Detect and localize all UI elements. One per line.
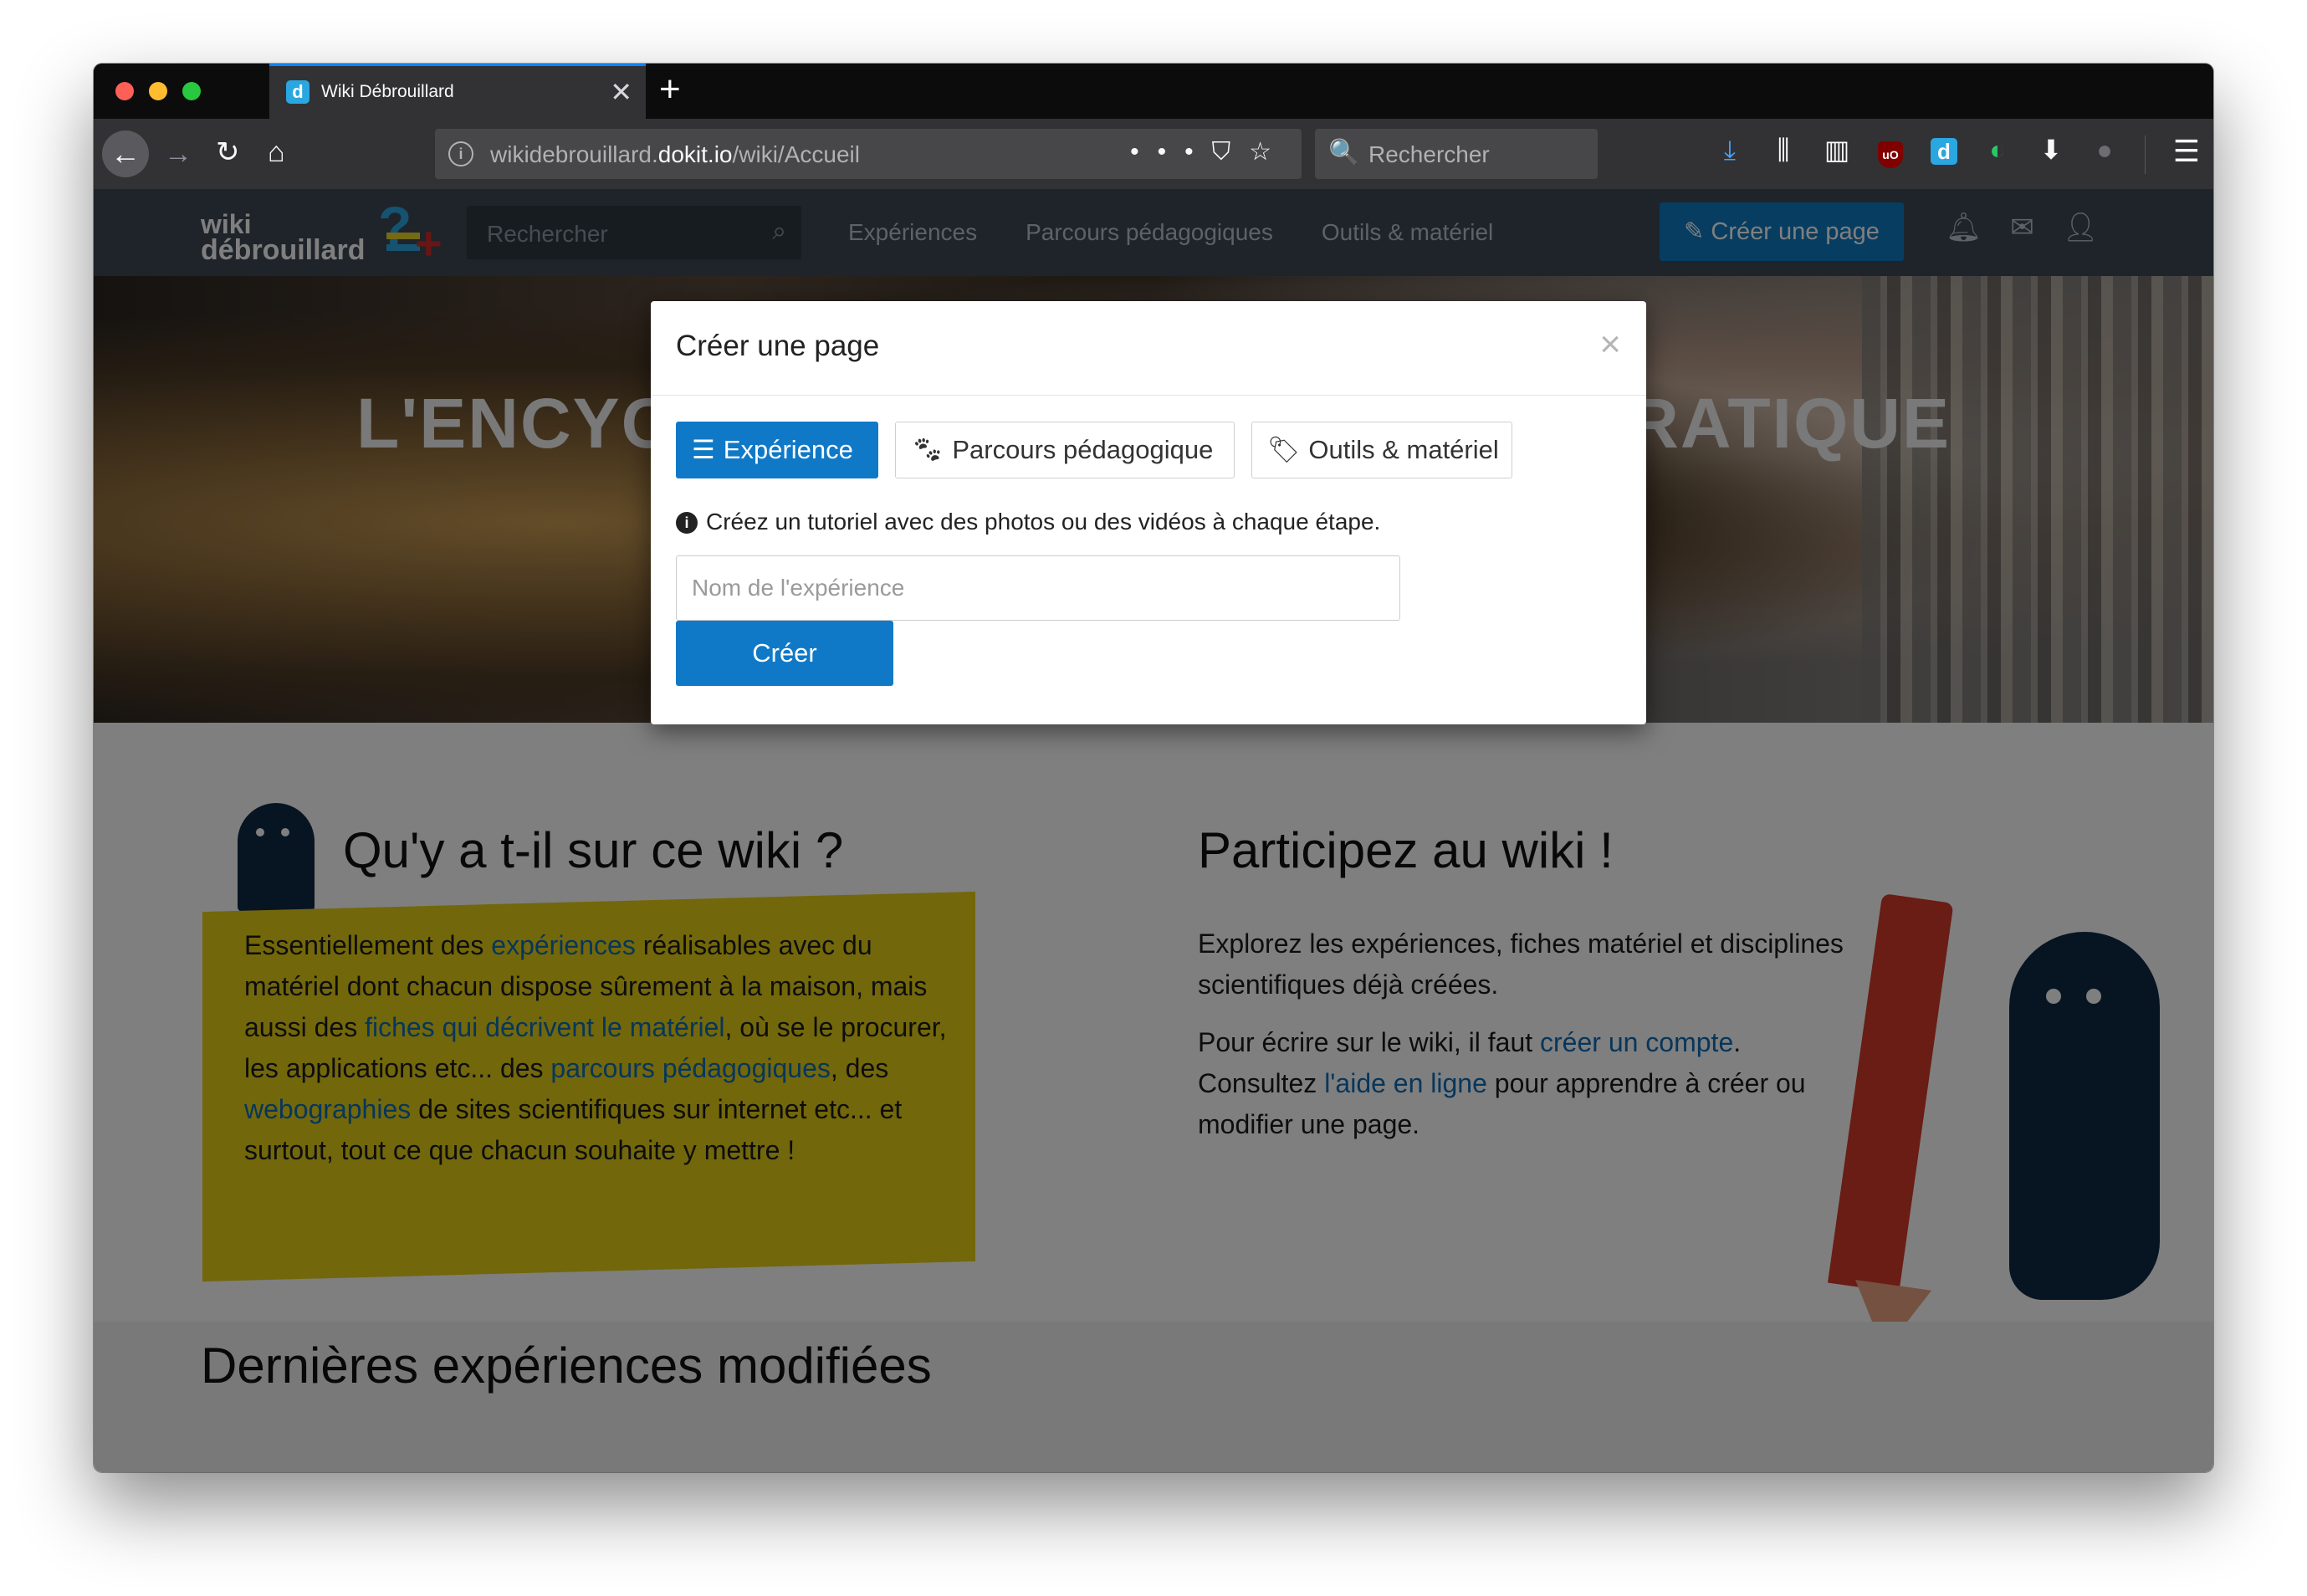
hamburger-menu-icon[interactable]: ☰ [2173,134,2200,169]
dokit-extension-icon[interactable]: d [1917,135,1971,166]
back-button[interactable]: ← [102,130,149,177]
disabled-extension-icon[interactable]: ● [2078,135,2131,166]
ublock-icon[interactable]: uO [1864,135,1917,168]
downloads-icon[interactable]: ⤓ [1703,135,1757,166]
download-extension-icon[interactable]: ⬇ [2024,134,2078,166]
modal-close-icon[interactable]: × [1599,326,1621,363]
tab-title: Wiki Débrouillard [321,82,454,101]
sidebar-icon[interactable]: ▥ [1810,134,1864,166]
modal-header: Créer une page × [651,301,1646,396]
info-circle-icon: i [676,512,698,534]
url-bar[interactable]: i wikidebrouillard.dokit.io/wiki/Accueil… [435,129,1302,179]
browser-search-placeholder: Rechercher [1368,141,1490,167]
paw-icon: 🐾︎ [911,435,944,464]
page-content: wiki débrouillard ? + Rechercher ⌕ Expér… [94,189,2213,1472]
nav-toolbar: ← → ↻ ⌂ i wikidebrouillard.dokit.io/wiki… [94,119,2213,190]
browser-tab[interactable]: d Wiki Débrouillard ✕ [269,64,646,119]
site-info-icon[interactable]: i [448,141,473,166]
search-engine-icon[interactable]: 🔍 [1328,138,1359,167]
reload-button[interactable]: ↻ [216,136,240,169]
tab-close-icon[interactable]: ✕ [610,76,632,108]
tab-favicon-icon: d [286,80,309,104]
list-icon: ☰ [692,435,715,464]
bookmark-star-icon[interactable]: ☆ [1249,138,1290,166]
create-page-modal: Créer une page × ☰ Expérience 🐾︎ Parcours … [651,301,1646,724]
new-tab-button[interactable]: + [659,69,681,110]
tab-outils-label: Outils & matériel [1308,435,1499,464]
window-minimize-button[interactable] [149,82,167,100]
browser-window: d Wiki Débrouillard ✕ + ← → ↻ ⌂ i wikide… [94,64,2213,1472]
url-host: dokit.io [657,141,733,167]
url-actions: •••⛉☆ [1130,137,1290,166]
url-base: wikidebrouillard. [490,141,658,167]
window-maximize-button[interactable] [182,82,201,100]
modal-title: Créer une page [676,330,880,362]
forward-button[interactable]: → [164,137,192,171]
library-icon[interactable]: ⫼ [1757,135,1810,166]
pocket-icon[interactable]: ⛉ [1212,138,1250,166]
home-button[interactable]: ⌂ [268,136,285,169]
tab-experience[interactable]: ☰ Expérience [676,422,878,478]
page-actions-icon[interactable]: ••• [1130,138,1212,166]
toolbar-separator [2145,136,2146,174]
create-submit-button[interactable]: Créer [676,621,893,686]
window-close-button[interactable] [115,82,134,100]
tab-parcours[interactable]: 🐾︎ Parcours pédagogique [895,422,1235,478]
toolbar-icons: ⤓ ⫼ ▥ uO d ◐ ⬇ ● [1703,134,2131,174]
tab-strip: d Wiki Débrouillard ✕ + [94,64,2213,119]
headphones-extension-icon[interactable]: ◐ [1971,135,2024,166]
url-text: wikidebrouillard.dokit.io/wiki/Accueil [490,141,860,168]
experience-name-input[interactable] [676,555,1400,621]
tag-icon: 🏷︎ [1267,435,1301,464]
modal-info: i Créez un tutoriel avec des photos ou de… [676,509,1380,535]
url-path: /wiki/Accueil [732,141,860,167]
tab-outils[interactable]: 🏷︎ Outils & matériel [1251,422,1512,478]
tab-experience-label: Expérience [723,435,853,464]
tab-parcours-label: Parcours pédagogique [952,435,1214,464]
modal-info-text: Créez un tutoriel avec des photos ou des… [706,509,1381,535]
browser-search-bar[interactable]: 🔍 Rechercher [1315,129,1598,179]
